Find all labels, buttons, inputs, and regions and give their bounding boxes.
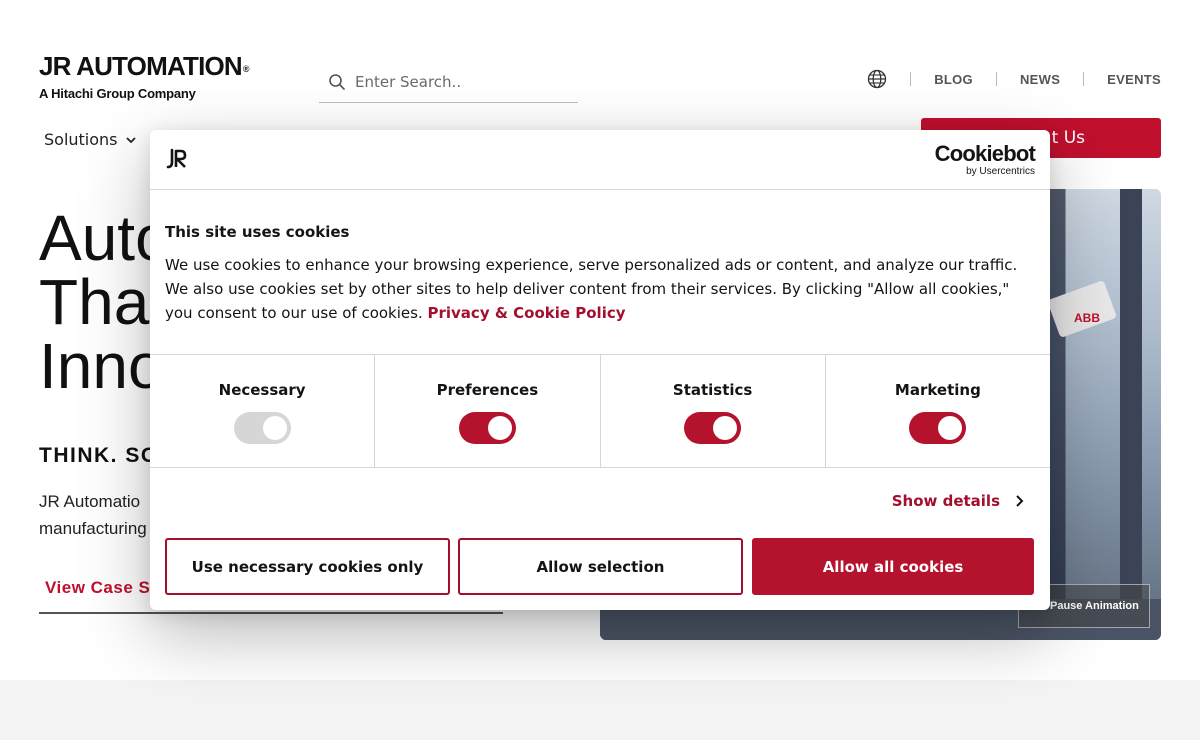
hero-tagline: THINK. SO [39,444,159,467]
allow-selection-button[interactable]: Allow selection [458,538,743,595]
cookie-dialog-header: Cookiebot by Usercentrics [150,130,1050,190]
hero-body-line: manufacturing [39,519,147,538]
category-label: Statistics [672,381,753,399]
cookie-categories: Necessary Preferences Statistics Marketi… [150,355,1050,468]
show-details-label: Show details [891,492,1000,510]
logo-text: JR AUTOMATION [39,51,243,81]
use-necessary-only-button[interactable]: Use necessary cookies only [165,538,450,595]
divider [995,72,997,86]
category-statistics: Statistics [601,355,826,467]
necessary-toggle [233,412,291,444]
toggle-knob [938,416,963,440]
divider [1083,72,1085,86]
hero-body-line: JR Automatio [39,492,141,511]
cookiebot-byline: by Usercentrics [966,166,1035,177]
chevron-down-icon [125,136,136,143]
cookie-actions: Use necessary cookies only Allow selecti… [165,538,1034,595]
robot-arm [1046,279,1118,339]
cookie-dialog-title: This site uses cookies [165,223,350,241]
category-marketing: Marketing [826,355,1050,467]
category-necessary: Necessary [150,355,376,467]
case-link-label: View Case St [45,578,157,597]
category-label: Preferences [436,381,539,399]
divider [910,72,912,86]
cookie-consent-dialog: Cookiebot by Usercentrics This site uses… [150,130,1050,610]
toggle-knob [713,416,738,440]
search-bar [319,62,578,103]
nav-link-events[interactable]: EVENTS [1107,72,1161,87]
toggle-knob [487,416,512,440]
machine-rail [1120,189,1142,640]
allow-all-cookies-button[interactable]: Allow all cookies [752,538,1034,595]
cookiebot-name: Cookiebot [934,141,1036,166]
globe-icon[interactable] [867,69,887,89]
category-label: Marketing [894,381,981,399]
utility-nav: BLOG NEWS EVENTS [867,68,1161,90]
logo-subtitle: A Hitachi Group Company [39,86,196,101]
logo-registered-mark: ® [242,64,250,74]
cookiebot-logo[interactable]: Cookiebot by Usercentrics [934,141,1036,178]
search-icon [329,74,345,90]
cookie-dialog-text: We use cookies to enhance your browsing … [165,253,1035,325]
cookie-dialog-body: This site uses cookies We use cookies to… [150,190,1050,355]
marketing-toggle[interactable] [909,412,967,444]
hero-body: JR Automatio manufacturing [39,488,159,542]
privacy-policy-link[interactable]: Privacy & Cookie Policy [428,304,626,322]
robot-brand-label: ABB [1074,311,1100,325]
nav-link-news[interactable]: NEWS [1020,72,1060,87]
site-logo[interactable]: JR AUTOMATION® A Hitachi Group Company [39,51,250,101]
chevron-right-icon [1016,495,1024,507]
toggle-knob [262,416,287,440]
jr-brand-icon [166,148,187,169]
category-preferences: Preferences [375,355,601,467]
cookie-details-row: Show details [150,468,1050,538]
nav-link-blog[interactable]: BLOG [934,72,973,87]
show-details-link[interactable]: Show details [892,492,1024,510]
category-label: Necessary [218,381,306,399]
preferences-toggle[interactable] [458,412,516,444]
statistics-toggle[interactable] [684,412,742,444]
search-input[interactable] [355,73,555,91]
next-section [0,680,1200,740]
nav-solutions-menu[interactable]: Solutions [44,130,137,149]
nav-solutions-label: Solutions [44,130,118,149]
